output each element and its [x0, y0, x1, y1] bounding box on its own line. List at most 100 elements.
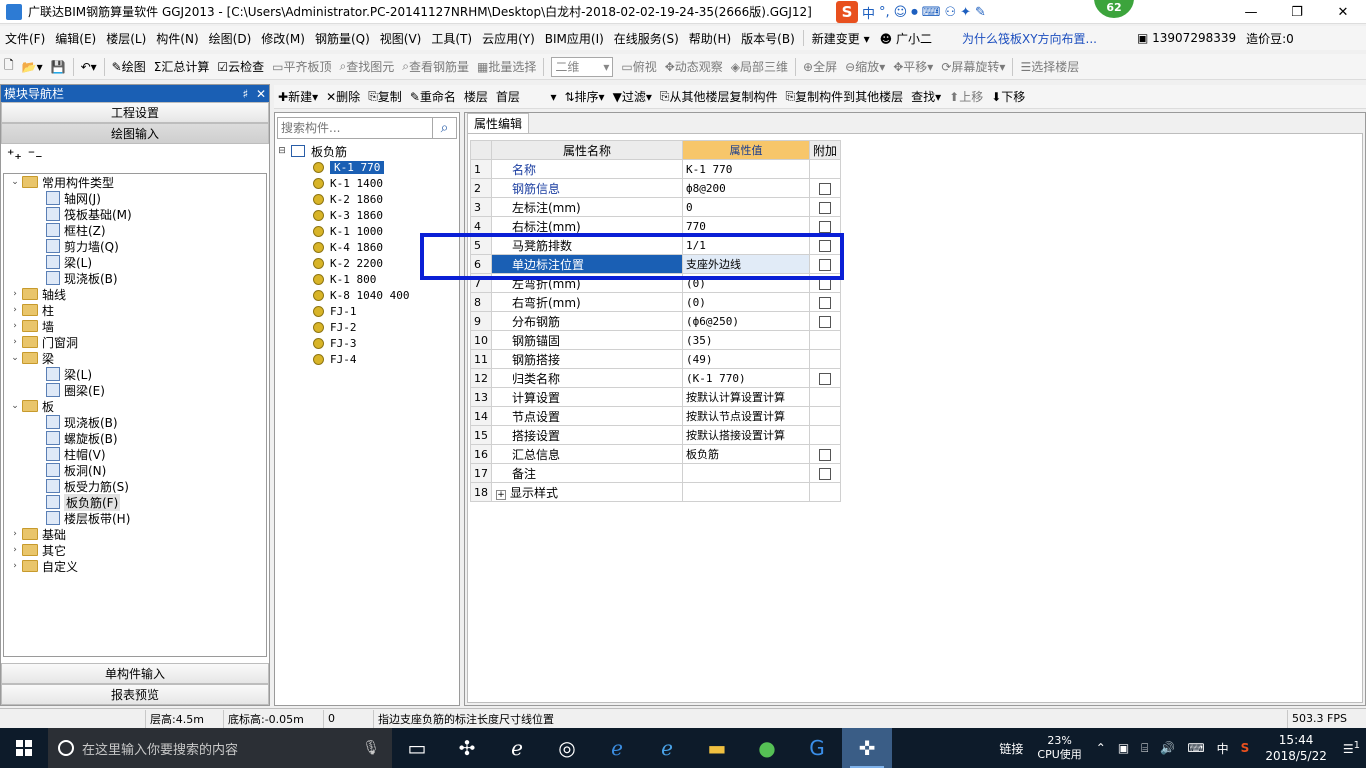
property-row[interactable]: 15 搭接设置 按默认搭接设置计算: [470, 425, 842, 445]
rename-component-button[interactable]: ✎ 重命名: [406, 88, 460, 105]
property-value-cell[interactable]: 770: [682, 216, 810, 236]
component-list-item[interactable]: K-1 800: [277, 271, 457, 287]
property-name-cell[interactable]: 钢筋信息: [491, 178, 683, 198]
property-name-cell[interactable]: 马凳筋排数: [491, 235, 683, 255]
extra-checkbox[interactable]: [819, 220, 831, 233]
tree-toggle-icon[interactable]: ›: [10, 561, 20, 571]
property-value-cell[interactable]: (K-1 770): [682, 368, 810, 388]
property-name-cell[interactable]: 归类名称: [491, 368, 683, 388]
save-icon[interactable]: 💾: [47, 60, 70, 74]
collapse-all-icon[interactable]: ⁻₋: [28, 147, 43, 163]
component-list-item[interactable]: K-1 770: [277, 159, 457, 175]
property-row[interactable]: 10 钢筋锚固 (35): [470, 330, 842, 350]
find-element-button[interactable]: ⌕ 查找图元: [335, 58, 398, 75]
property-name-cell[interactable]: 单边标注位置: [491, 254, 683, 274]
nav-tree-folder[interactable]: › 柱: [4, 302, 266, 318]
nav-tree-folder[interactable]: › 自定义: [4, 558, 266, 574]
expand-icon[interactable]: +: [496, 489, 506, 500]
property-row[interactable]: 9 分布钢筋 (ф6@250): [470, 311, 842, 331]
ime-mode-label[interactable]: 中: [862, 3, 875, 22]
find-button[interactable]: 查找 ▾: [907, 88, 945, 105]
component-search-input[interactable]: [278, 118, 432, 138]
property-name-cell[interactable]: 左标注(mm): [491, 197, 683, 217]
chevron-up-icon[interactable]: ⌃: [1090, 741, 1112, 755]
question-link[interactable]: 为什么筏板XY方向布置...: [957, 30, 1102, 47]
clock[interactable]: 15:44 2018/5/22: [1255, 732, 1337, 764]
expand-all-icon[interactable]: ⁺₊: [7, 147, 22, 163]
property-row[interactable]: 11 钢筋搭接 (49): [470, 349, 842, 369]
file-explorer-icon[interactable]: ▬: [692, 728, 742, 768]
punctuation-icon[interactable]: °,: [879, 5, 890, 20]
component-list-item[interactable]: K-4 1860: [277, 239, 457, 255]
menu-tools[interactable]: 工具(T): [426, 30, 477, 47]
task-view-icon[interactable]: ▭: [392, 728, 442, 768]
nav-tree-folder[interactable]: › 轴线: [4, 286, 266, 302]
fan-app-icon[interactable]: ✣: [442, 728, 492, 768]
tray-link-label[interactable]: 链接: [993, 740, 1029, 757]
menu-file[interactable]: 文件(F): [0, 30, 50, 47]
property-name-cell[interactable]: 右标注(mm): [491, 216, 683, 236]
skin-icon[interactable]: ✦: [960, 5, 971, 20]
move-up-button[interactable]: ⬆ 上移: [945, 88, 987, 105]
property-row[interactable]: 8 右弯折(mm) (0): [470, 292, 842, 312]
move-down-button[interactable]: ⬇ 下移: [987, 88, 1029, 105]
property-row[interactable]: 5 马凳筋排数 1/1: [470, 235, 842, 255]
assistant-button[interactable]: ☻ 广小二: [875, 30, 937, 47]
property-value-cell[interactable]: [682, 463, 810, 483]
tools-icon[interactable]: ✎: [975, 5, 986, 20]
property-value-cell[interactable]: (49): [682, 349, 810, 369]
tray-ime-label[interactable]: 中: [1211, 740, 1235, 757]
single-input-button[interactable]: 单构件输入: [1, 663, 269, 684]
volume-icon[interactable]: 🔊: [1154, 741, 1181, 755]
notification-center-icon[interactable]: ☰1: [1337, 740, 1366, 756]
property-value-cell[interactable]: (35): [682, 330, 810, 350]
nav-tree-item[interactable]: 现浇板(B): [4, 270, 266, 286]
copy-from-floor-button[interactable]: ⎘ 从其他楼层复制构件: [656, 88, 782, 105]
report-preview-button[interactable]: 报表预览: [1, 684, 269, 705]
select-floor-button[interactable]: ☰ 选择楼层: [1016, 58, 1083, 75]
draw-button[interactable]: ✎ 绘图: [108, 58, 150, 75]
new-change-button[interactable]: 新建变更 ▾: [807, 30, 875, 47]
menu-modify[interactable]: 修改(M): [256, 30, 310, 47]
local-3d-button[interactable]: ◈ 局部三维: [727, 58, 792, 75]
cost-beans-label[interactable]: 造价豆:0: [1241, 30, 1299, 47]
nav-tree-item[interactable]: 板受力筋(S): [4, 478, 266, 494]
menu-online[interactable]: 在线服务(S): [609, 30, 684, 47]
property-row[interactable]: 1 名称 K-1 770: [470, 159, 842, 179]
property-row[interactable]: 7 左弯折(mm) (0): [470, 273, 842, 293]
nav-tree-item[interactable]: 板洞(N): [4, 462, 266, 478]
ie-icon[interactable]: ℯ: [642, 728, 692, 768]
component-list-item[interactable]: K-3 1860: [277, 207, 457, 223]
sogou-tray-icon[interactable]: S: [1235, 741, 1256, 755]
property-value-cell[interactable]: 按默认计算设置计算: [682, 387, 810, 407]
menu-edit[interactable]: 编辑(E): [50, 30, 101, 47]
user-icon[interactable]: ⚇: [944, 5, 956, 20]
extra-checkbox[interactable]: [819, 315, 831, 328]
property-name-cell[interactable]: 钢筋搭接: [491, 349, 683, 369]
component-list-item[interactable]: K-1 1000: [277, 223, 457, 239]
cpu-usage[interactable]: 23% CPU使用: [1029, 734, 1089, 762]
property-row[interactable]: 13 计算设置 按默认计算设置计算: [470, 387, 842, 407]
minimize-button[interactable]: —: [1228, 0, 1274, 24]
property-name-cell[interactable]: 汇总信息: [491, 444, 683, 464]
property-value-cell[interactable]: 支座外边线: [682, 254, 810, 274]
nav-tree-folder[interactable]: ⌄ 板: [4, 398, 266, 414]
menu-view[interactable]: 视图(V): [375, 30, 427, 47]
rotate-button[interactable]: ⟳ 屏幕旋转 ▾: [937, 58, 1009, 75]
dynamic-view-button[interactable]: ✥ 动态观察: [661, 58, 727, 75]
top-view-button[interactable]: ▭ 俯视: [617, 58, 660, 75]
property-row[interactable]: 17 备注: [470, 463, 842, 483]
nav-tree-item[interactable]: 板负筋(F): [4, 493, 266, 511]
flush-board-top-button[interactable]: ▭ 平齐板顶: [268, 58, 335, 75]
component-list-item[interactable]: K-1 1400: [277, 175, 457, 191]
chevron-down-icon[interactable]: ⊟: [277, 146, 287, 156]
tree-toggle-icon[interactable]: ›: [10, 337, 20, 347]
property-value-cell[interactable]: (0): [682, 292, 810, 312]
menu-bim[interactable]: BIM应用(I): [540, 30, 609, 47]
nav-tree-item[interactable]: 剪力墙(Q): [4, 238, 266, 254]
property-row[interactable]: 16 汇总信息 板负筋: [470, 444, 842, 464]
component-list-item[interactable]: K-8 1040 400: [277, 287, 457, 303]
drawing-input-button[interactable]: 绘图输入: [1, 123, 269, 144]
browser-icon[interactable]: ◎: [542, 728, 592, 768]
component-list-item[interactable]: FJ-1: [277, 303, 457, 319]
